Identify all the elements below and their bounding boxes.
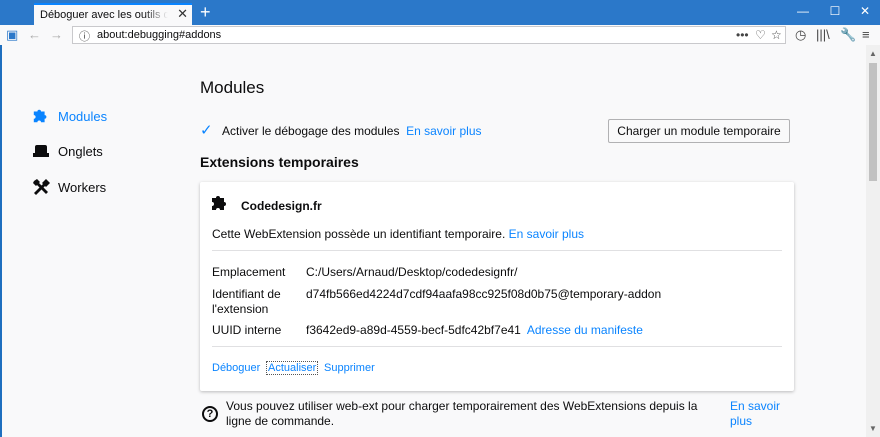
url-bar[interactable]: ⓘ about:debugging#addons ••• ♡ ☆ [72, 26, 786, 44]
sidebar-toggle-icon[interactable]: ▣ [6, 27, 18, 43]
bookmark-star-icon[interactable]: ☆ [771, 28, 782, 42]
internal-uuid-value: f3642ed9-a89d-4559-becf-5dfc42bf7e41 [306, 323, 521, 337]
title-bar: Déboguer avec les outils de développemen… [0, 0, 880, 25]
navigation-bar: ▣ ← → ⓘ about:debugging#addons ••• ♡ ☆ ◷… [0, 25, 880, 45]
temporary-id-text: Cette WebExtension possède un identifian… [212, 227, 506, 241]
web-ext-tip: Vous pouvez utiliser web-ext pour charge… [226, 399, 698, 428]
reload-button[interactable]: Actualiser [265, 361, 319, 375]
tab-close-icon[interactable]: ✕ [177, 7, 188, 21]
scroll-up-arrow-icon[interactable]: ▲ [869, 49, 877, 58]
library-icon[interactable]: |||\ [816, 27, 830, 43]
temporary-id-message: Cette WebExtension possède un identifian… [212, 227, 584, 241]
new-tab-plus-icon[interactable]: + [200, 2, 211, 22]
page-actions-icon[interactable]: ••• [736, 28, 749, 42]
extension-name: Codedesign.fr [241, 199, 322, 213]
learn-more-link[interactable]: En savoir plus [406, 124, 481, 138]
sidebar-item-tabs[interactable]: Onglets [32, 141, 103, 161]
minimize-icon[interactable]: — [788, 3, 818, 19]
help-question-icon: ? [202, 406, 218, 422]
sidebar-item-modules[interactable]: Modules [32, 106, 107, 126]
info-icon[interactable]: ⓘ [79, 28, 90, 44]
enable-debugging-label: Activer le débogage des modules [222, 124, 400, 138]
wrench-icon[interactable]: 🔧 [840, 27, 856, 43]
vertical-scrollbar[interactable]: ▲ ▼ [866, 45, 880, 437]
extension-card: Codedesign.fr Cette WebExtension possède… [200, 182, 794, 391]
debug-button[interactable]: Déboguer [212, 362, 260, 374]
load-temporary-addon-button[interactable]: Charger un module temporaire [608, 119, 790, 143]
forward-arrow-icon[interactable]: → [50, 27, 63, 43]
remove-button[interactable]: Supprimer [324, 362, 375, 374]
sidebar-item-label: Workers [58, 179, 107, 195]
maximize-icon[interactable]: ☐ [820, 3, 850, 19]
page-title: Modules [200, 78, 265, 97]
internal-uuid-label: UUID interne [212, 323, 282, 337]
web-ext-learn-more-link[interactable]: En savoir plus [730, 399, 790, 429]
location-value: C:/Users/Arnaud/Desktop/codedesignfr/ [306, 265, 518, 279]
extension-id-value: d74fb566ed4224d7cdf94aafa98cc925f08d0b75… [306, 287, 662, 301]
sidebar-item-workers[interactable]: Workers [32, 177, 106, 197]
temporary-id-learn-more-link[interactable]: En savoir plus [509, 227, 584, 241]
scroll-down-arrow-icon[interactable]: ▼ [869, 424, 877, 433]
tab-icon [32, 142, 50, 160]
puzzle-icon [32, 107, 50, 125]
sidebar-item-label: Modules [58, 108, 108, 124]
location-label: Emplacement [212, 265, 286, 279]
internal-uuid-row: f3642ed9-a89d-4559-becf-5dfc42bf7e41 Adr… [306, 323, 643, 337]
section-title: Extensions temporaires [200, 154, 359, 170]
menu-hamburger-icon[interactable]: ≡ [862, 27, 870, 43]
tools-icon [32, 178, 50, 196]
enable-debugging-row: Activer le débogage des modules En savoi… [222, 124, 482, 138]
back-arrow-icon[interactable]: ← [28, 27, 41, 43]
extension-id-label: Identifiant de l'extension [212, 287, 281, 316]
manifest-url-link[interactable]: Adresse du manifeste [527, 323, 643, 337]
tab-title: Déboguer avec les outils de développemen… [40, 9, 168, 21]
active-tab[interactable]: Déboguer avec les outils de développemen… [34, 3, 192, 25]
sidebar-item-label: Onglets [58, 143, 103, 159]
url-text: about:debugging#addons [97, 29, 222, 41]
page-content: Modules Onglets Workers Modules ✓ Active… [2, 45, 866, 437]
divider [212, 346, 782, 347]
divider [212, 250, 782, 251]
scroll-thumb[interactable] [869, 63, 877, 181]
extension-puzzle-icon [210, 193, 230, 213]
pocket-icon[interactable]: ♡ [755, 28, 766, 42]
close-window-icon[interactable]: ✕ [850, 3, 880, 19]
enable-debugging-checkbox[interactable]: ✓ [200, 123, 213, 138]
history-clock-icon[interactable]: ◷ [795, 27, 806, 43]
